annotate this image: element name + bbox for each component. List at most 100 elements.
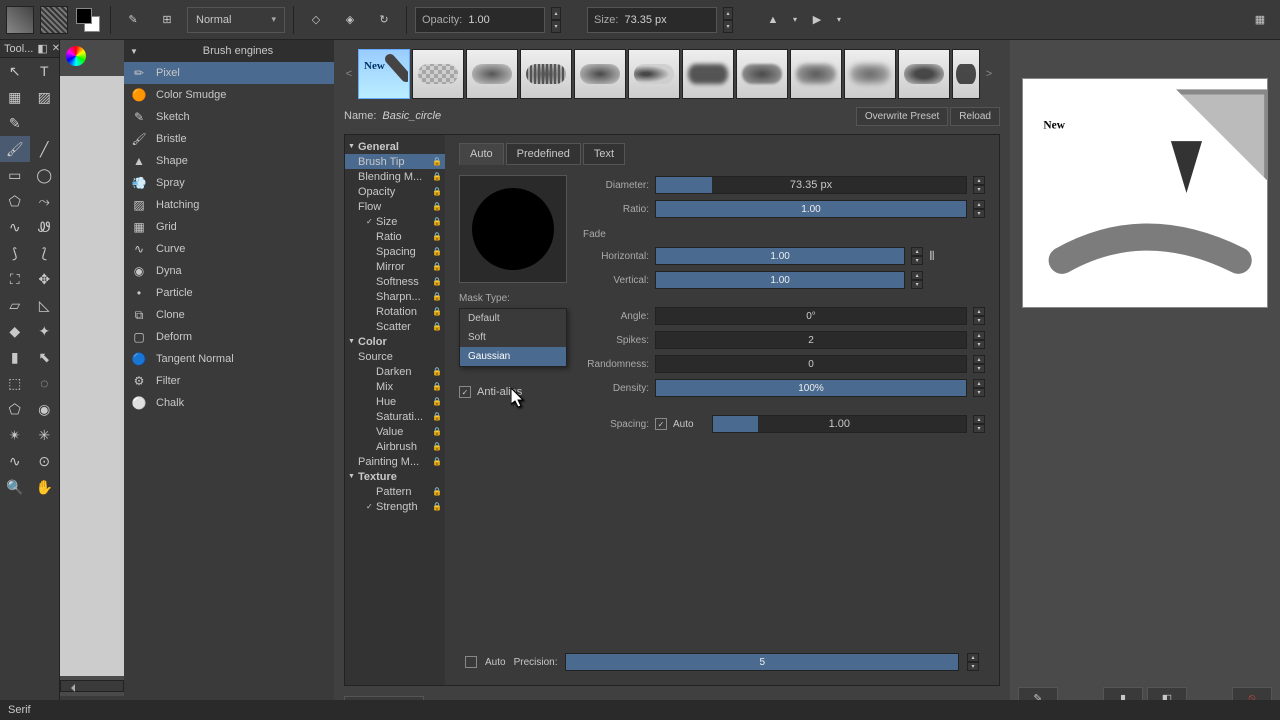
transform-tool-icon[interactable]: ✥ — [30, 266, 60, 292]
density-slider[interactable]: 100% — [655, 379, 967, 397]
param-value[interactable]: Value🔒 — [345, 424, 445, 439]
mask-option-gaussian[interactable]: Gaussian — [460, 347, 566, 366]
rect-tool-icon[interactable]: ▭ — [0, 162, 30, 188]
param-mix[interactable]: Mix🔒 — [345, 379, 445, 394]
param-spacing[interactable]: Spacing🔒 — [345, 244, 445, 259]
blend-mode-dropdown[interactable]: Normal — [187, 7, 285, 33]
preset-thumb[interactable] — [898, 49, 950, 99]
polyline-tool-icon[interactable]: ⤳ — [30, 188, 60, 214]
brush-tool-icon[interactable]: ✎ — [119, 6, 147, 34]
param-blending-m-[interactable]: Blending M...🔒 — [345, 169, 445, 184]
engine-item-sketch[interactable]: ✎Sketch — [124, 106, 334, 128]
angle-slider[interactable]: 0° — [655, 307, 967, 325]
lock-icon[interactable]: 🔒 — [432, 277, 442, 286]
perspective-tool-icon[interactable]: ▱ — [0, 292, 30, 318]
engine-item-hatching[interactable]: ▨Hatching — [124, 194, 334, 216]
lock-icon[interactable]: 🔒 — [432, 412, 442, 421]
param-hue[interactable]: Hue🔒 — [345, 394, 445, 409]
tab-predefined[interactable]: Predefined — [506, 143, 581, 165]
reload-button[interactable]: Reload — [950, 107, 1000, 126]
ratio-slider[interactable]: 1.00 — [655, 200, 967, 218]
ellipse-tool-icon[interactable]: ◯ — [30, 162, 60, 188]
param-texture[interactable]: ▼Texture — [345, 469, 445, 484]
param-color[interactable]: ▼Color — [345, 334, 445, 349]
contig-select-icon[interactable]: ✴ — [0, 422, 30, 448]
lock-icon[interactable]: 🔒 — [432, 187, 442, 196]
engine-item-shape[interactable]: ▲Shape — [124, 150, 334, 172]
param-scatter[interactable]: Scatter🔒 — [345, 319, 445, 334]
eraser-icon[interactable]: ◇ — [302, 6, 330, 34]
free-select-icon[interactable]: ◉ — [30, 396, 60, 422]
vertical-spinner[interactable]: ▴▾ — [911, 271, 923, 289]
ellipse-select-icon[interactable]: ◌ — [30, 370, 60, 396]
line-tool-icon[interactable]: ╱ — [30, 136, 60, 162]
engine-item-chalk[interactable]: ⚪Chalk — [124, 392, 334, 414]
lock-icon[interactable]: 🔒 — [432, 502, 442, 511]
preset-thumb[interactable] — [736, 49, 788, 99]
reload-icon[interactable]: ↻ — [370, 6, 398, 34]
engine-item-pixel[interactable]: ✏Pixel — [124, 62, 334, 84]
brush-tool-icon[interactable]: 🖌 — [0, 136, 30, 162]
engine-item-grid[interactable]: ▦Grid — [124, 216, 334, 238]
overwrite-preset-button[interactable]: Overwrite Preset — [856, 107, 948, 126]
size-spinner[interactable]: ▴▾ — [723, 7, 733, 33]
engine-item-spray[interactable]: 💨Spray — [124, 172, 334, 194]
lock-icon[interactable]: 🔒 — [432, 367, 442, 376]
preset-thumb[interactable] — [952, 49, 980, 99]
param-pattern[interactable]: Pattern🔒 — [345, 484, 445, 499]
bezier-select-icon[interactable]: ∿ — [0, 448, 30, 474]
param-saturati-[interactable]: Saturati...🔒 — [345, 409, 445, 424]
preset-next-icon[interactable]: > — [982, 49, 996, 99]
gradient-swatch[interactable] — [6, 6, 34, 34]
preset-thumb[interactable] — [682, 49, 734, 99]
preset-thumb[interactable] — [412, 49, 464, 99]
multibrush-tool-icon[interactable]: ⟅ — [30, 240, 60, 266]
engine-item-particle[interactable]: •Particle — [124, 282, 334, 304]
param-general[interactable]: ▼General — [345, 139, 445, 154]
lock-icon[interactable]: 🔒 — [432, 217, 442, 226]
lock-icon[interactable]: 🔒 — [432, 457, 442, 466]
toolbox-float-icon[interactable]: ◧ — [37, 42, 47, 55]
param-source[interactable]: Source — [345, 349, 445, 364]
lock-icon[interactable]: 🔒 — [432, 397, 442, 406]
lock-icon[interactable]: 🔒 — [432, 247, 442, 256]
spikes-slider[interactable]: 2 — [655, 331, 967, 349]
lock-icon[interactable]: 🔒 — [432, 487, 442, 496]
tab-text[interactable]: Text — [583, 143, 625, 165]
pattern-edit-tool-icon[interactable]: ▦ — [0, 84, 30, 110]
preset-thumb[interactable] — [520, 49, 572, 99]
diameter-spinner[interactable]: ▴▾ — [973, 176, 985, 194]
param-opacity[interactable]: Opacity🔒 — [345, 184, 445, 199]
param-softness[interactable]: Softness🔒 — [345, 274, 445, 289]
hscroll-left-icon[interactable] — [60, 680, 124, 692]
spacing-auto-checkbox[interactable]: ✓ — [655, 418, 667, 430]
mask-option-default[interactable]: Default — [460, 309, 566, 328]
preset-thumb[interactable] — [574, 49, 626, 99]
lock-icon[interactable]: 🔒 — [432, 292, 442, 301]
engine-item-deform[interactable]: ▢Deform — [124, 326, 334, 348]
vertical-slider[interactable]: 1.00 — [655, 271, 905, 289]
ratio-spinner[interactable]: ▴▾ — [973, 200, 985, 218]
param-flow[interactable]: Flow🔒 — [345, 199, 445, 214]
opacity-spinner[interactable]: ▴▾ — [551, 7, 561, 33]
lock-icon[interactable]: 🔒 — [432, 382, 442, 391]
lock-icon[interactable]: 🔒 — [432, 427, 442, 436]
spikes-spinner[interactable]: ▴▾ — [973, 331, 985, 349]
fill-tool-icon[interactable]: ◆ — [0, 318, 30, 344]
lock-icon[interactable]: 🔒 — [432, 232, 442, 241]
select-tool-icon[interactable]: ⬉ — [30, 344, 60, 370]
diameter-slider[interactable]: 73.35 px — [655, 176, 967, 194]
engine-item-filter[interactable]: ⚙Filter — [124, 370, 334, 392]
pattern-swatch[interactable] — [40, 6, 68, 34]
param-painting-m-[interactable]: Painting M...🔒 — [345, 454, 445, 469]
magnetic-select-icon[interactable]: ⊙ — [30, 448, 60, 474]
lock-icon[interactable]: 🔒 — [432, 172, 442, 181]
similar-select-icon[interactable]: ✳ — [30, 422, 60, 448]
text-tool-icon[interactable]: T — [30, 58, 60, 84]
poly-select-icon[interactable]: ⬠ — [0, 396, 30, 422]
link-fade-icon[interactable]: ⦀ — [929, 249, 941, 264]
precision-auto-checkbox[interactable] — [465, 656, 477, 668]
fg-bg-color-swatch[interactable] — [74, 6, 102, 34]
randomness-slider[interactable]: 0 — [655, 355, 967, 373]
workspace-icon[interactable]: ▦ — [1246, 6, 1274, 34]
